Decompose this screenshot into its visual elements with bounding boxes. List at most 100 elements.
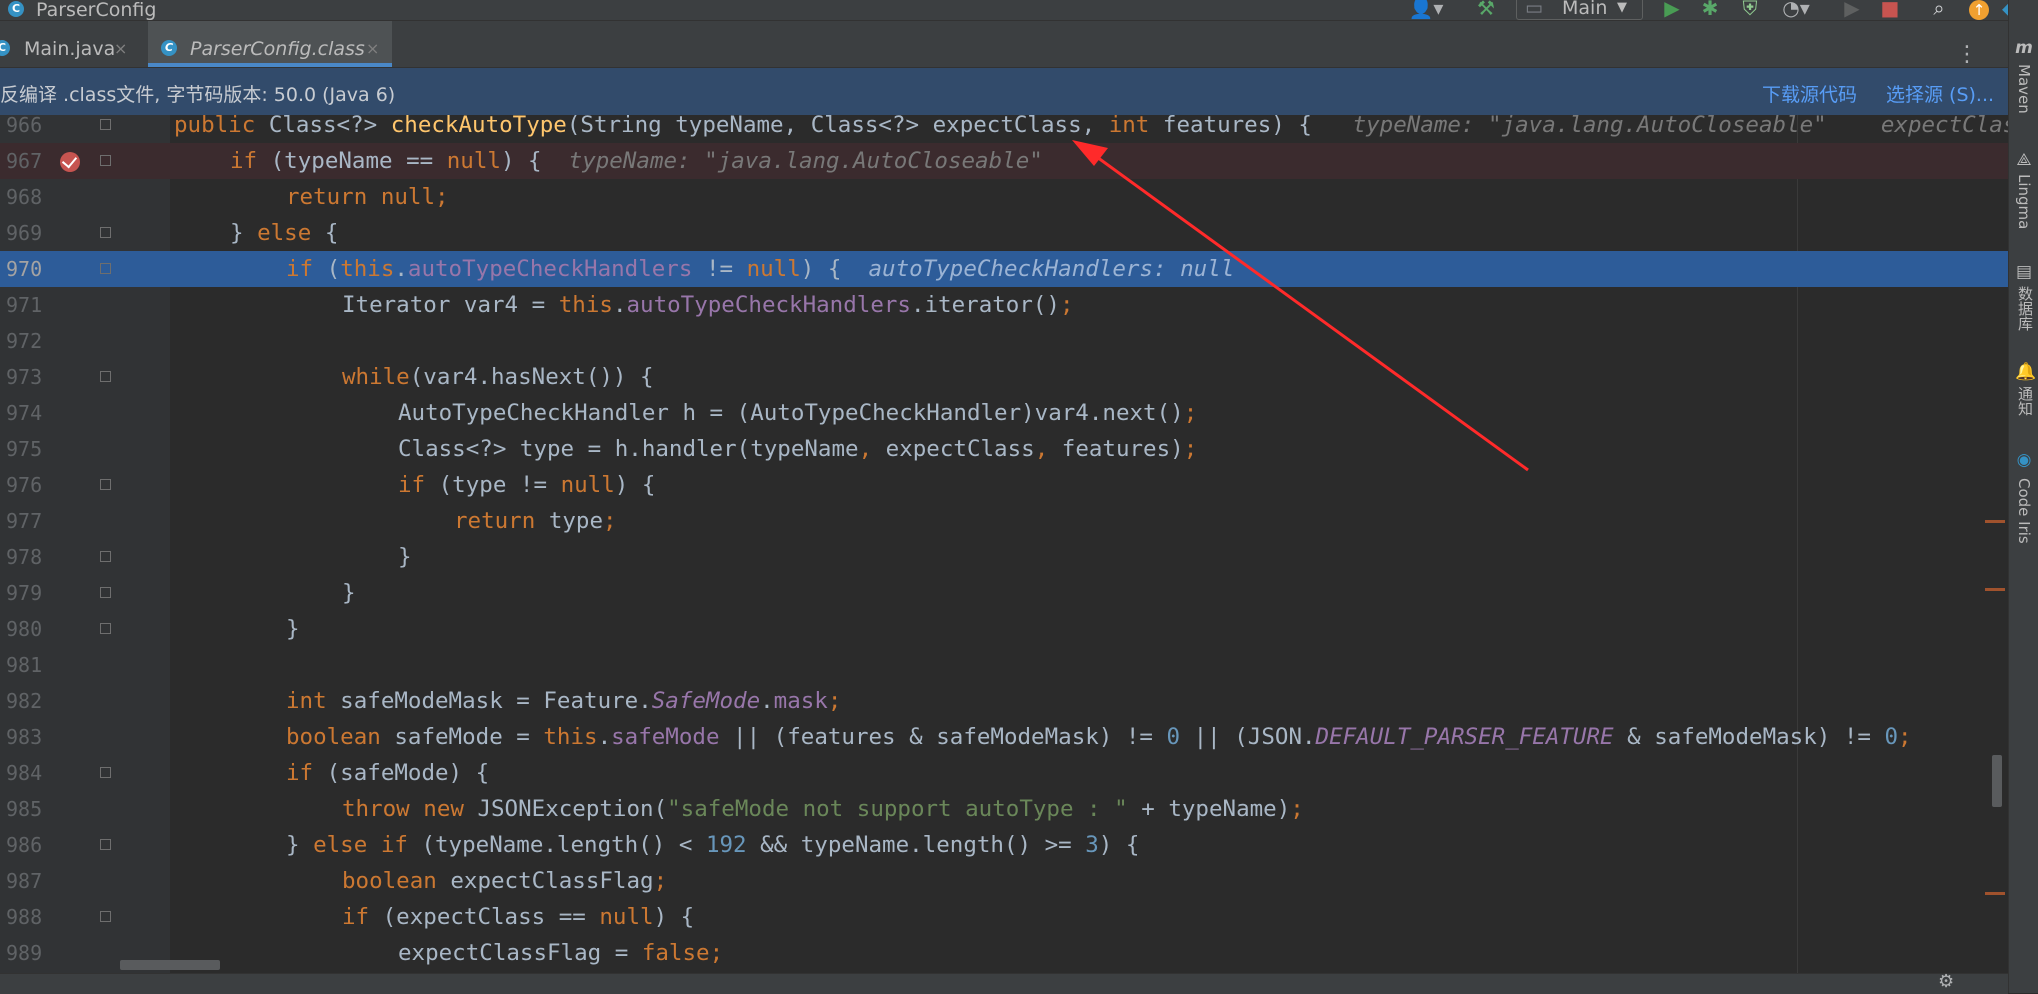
code-line[interactable]: 973 while(var4.hasNext()) { bbox=[0, 359, 2008, 395]
settings-gear-icon[interactable]: ⚙ bbox=[1938, 971, 1954, 992]
code-line[interactable]: 986 } else if (typeName.length() < 192 &… bbox=[0, 827, 2008, 863]
code-line[interactable]: 972 bbox=[0, 323, 2008, 359]
fold-marker-icon[interactable] bbox=[100, 119, 111, 130]
code-text: if (type != null) { bbox=[398, 472, 656, 498]
run-config-name: Main bbox=[1562, 0, 1608, 19]
code-line[interactable]: 966 public Class<?> checkAutoType(String… bbox=[0, 107, 2038, 143]
line-number: 988 bbox=[6, 905, 43, 929]
bell-icon: 🔔 bbox=[2015, 362, 2037, 382]
breakpoint-line[interactable]: 967 if (typeName == null) { typeName: "j… bbox=[0, 143, 2008, 179]
choose-sources-link[interactable]: 选择源 (S)... bbox=[1886, 80, 1994, 107]
vertical-scrollbar[interactable] bbox=[1992, 755, 2002, 807]
rerun-icon[interactable]: ▶ bbox=[1840, 0, 1864, 20]
status-bar: ⚙ bbox=[0, 971, 2008, 994]
sidebar-item-database[interactable]: ▤ 数据库 bbox=[2009, 262, 2038, 342]
line-number: 976 bbox=[6, 473, 43, 497]
line-number: 977 bbox=[6, 509, 43, 533]
line-number: 975 bbox=[6, 437, 43, 461]
fold-marker-icon[interactable] bbox=[100, 623, 111, 634]
line-number: 979 bbox=[6, 581, 43, 605]
class-icon: C bbox=[8, 1, 24, 17]
code-line[interactable]: 984 if (safeMode) { bbox=[0, 755, 2008, 791]
code-line[interactable]: 980 } bbox=[0, 611, 2008, 647]
build-hammer-icon[interactable]: ⚒ bbox=[1474, 0, 1498, 20]
line-number: 968 bbox=[6, 185, 43, 209]
code-text: Class<?> type = h.handler(typeName, expe… bbox=[398, 436, 1198, 462]
fold-marker-icon[interactable] bbox=[100, 227, 111, 238]
line-number: 980 bbox=[6, 617, 43, 641]
code-line[interactable]: 987 boolean expectClassFlag; bbox=[0, 863, 2008, 899]
sidebar-item-label: Code Iris bbox=[2015, 478, 2033, 544]
code-line[interactable]: 975 Class<?> type = h.handler(typeName, … bbox=[0, 431, 2008, 467]
tab-parserconfig-class[interactable]: C ParserConfig.class × bbox=[148, 21, 392, 67]
code-line[interactable]: 981 bbox=[0, 647, 2008, 683]
line-number: 972 bbox=[6, 329, 43, 353]
chevron-down-icon: ▼ bbox=[1617, 0, 1627, 15]
code-iris-icon: ◉ bbox=[2016, 450, 2032, 470]
update-icon[interactable]: ↑ bbox=[1966, 0, 1992, 20]
class-icon: C bbox=[0, 40, 10, 56]
coverage-icon[interactable]: ⛨ bbox=[1738, 0, 1762, 20]
user-icon[interactable]: 👤▾ bbox=[1408, 0, 1444, 20]
tab-main-java[interactable]: C Main.java × bbox=[0, 21, 143, 67]
line-number: 982 bbox=[6, 689, 43, 713]
code-text: while(var4.hasNext()) { bbox=[342, 364, 654, 390]
fold-marker-icon[interactable] bbox=[100, 911, 111, 922]
run-icon[interactable]: ▶ bbox=[1660, 0, 1684, 20]
code-text: int safeModeMask = Feature.SafeMode.mask… bbox=[286, 688, 842, 714]
more-options-icon[interactable]: ⋮ bbox=[1956, 43, 1978, 67]
code-line[interactable]: 989 expectClassFlag = false; bbox=[0, 935, 2008, 971]
stripe-mark[interactable] bbox=[1985, 588, 2005, 591]
code-line[interactable]: 969 } else { bbox=[0, 215, 2008, 251]
code-text: if (expectClass == null) { bbox=[342, 904, 695, 930]
banner-message: 反编译 .class文件, 字节码版本: 50.0 (Java 6) bbox=[0, 84, 396, 106]
profile-icon[interactable]: ◔▾ bbox=[1776, 0, 1816, 20]
stop-icon[interactable]: ■ bbox=[1878, 0, 1902, 20]
sidebar-item-code-iris[interactable]: ◉ Code Iris bbox=[2009, 450, 2038, 560]
code-line[interactable]: 974 AutoTypeCheckHandler h = (AutoTypeCh… bbox=[0, 395, 2008, 431]
fold-marker-icon[interactable] bbox=[100, 839, 111, 850]
breakpoint-icon[interactable] bbox=[60, 152, 80, 172]
code-text: boolean expectClassFlag; bbox=[342, 868, 668, 894]
lingma-icon: ⟁ bbox=[2016, 150, 2032, 170]
line-number: 987 bbox=[6, 869, 43, 893]
sidebar-item-notifications[interactable]: 🔔 通知 bbox=[2009, 362, 2038, 432]
line-number: 989 bbox=[6, 941, 43, 965]
code-line[interactable]: 978 } bbox=[0, 539, 2008, 575]
title-bar: C ParserConfig 👤▾ ⚒ ▭ Main ▼ ▶ ✱ ⛨ ◔▾ ▶ … bbox=[0, 0, 2038, 21]
fold-marker-icon[interactable] bbox=[100, 155, 111, 166]
stripe-mark[interactable] bbox=[1985, 892, 2005, 895]
maven-icon: m bbox=[2015, 38, 2033, 58]
fold-marker-icon[interactable] bbox=[100, 371, 111, 382]
code-text: boolean safeMode = this.safeMode || (fea… bbox=[286, 724, 1912, 750]
fold-marker-icon[interactable] bbox=[100, 587, 111, 598]
fold-marker-icon[interactable] bbox=[100, 479, 111, 490]
fold-marker-icon[interactable] bbox=[100, 551, 111, 562]
stripe-mark[interactable] bbox=[1985, 520, 2005, 523]
right-tool-sidebar: m Maven ⟁ Lingma ▤ 数据库 🔔 通知 ◉ Code Iris bbox=[2008, 0, 2038, 993]
code-line[interactable]: 983 boolean safeMode = this.safeMode || … bbox=[0, 719, 2008, 755]
sidebar-item-maven[interactable]: m Maven bbox=[2009, 38, 2038, 128]
inline-debug-value: typeName: "java.lang.AutoCloseable" expe… bbox=[1352, 112, 2038, 138]
code-line[interactable]: 968 return null; bbox=[0, 179, 2008, 215]
code-text: } bbox=[342, 580, 356, 606]
horizontal-scrollbar[interactable] bbox=[120, 960, 220, 970]
fold-marker-icon[interactable] bbox=[100, 767, 111, 778]
fold-marker-icon[interactable] bbox=[100, 263, 111, 274]
code-line[interactable]: 976 if (type != null) { bbox=[0, 467, 2008, 503]
code-line[interactable]: 971 Iterator var4 = this.autoTypeCheckHa… bbox=[0, 287, 2008, 323]
download-sources-link[interactable]: 下载源代码 bbox=[1762, 80, 1857, 107]
code-line[interactable]: 979 } bbox=[0, 575, 2008, 611]
execution-point-line[interactable]: 970 if (this.autoTypeCheckHandlers != nu… bbox=[0, 251, 2008, 287]
line-number: 970 bbox=[6, 257, 43, 281]
code-line[interactable]: 977 return type; bbox=[0, 503, 2008, 539]
app-icon: ▭ bbox=[1525, 0, 1543, 19]
search-icon[interactable]: ⌕ bbox=[1926, 0, 1952, 20]
debug-icon[interactable]: ✱ bbox=[1698, 0, 1722, 20]
code-line[interactable]: 985 throw new JSONException("safeMode no… bbox=[0, 791, 2008, 827]
code-line[interactable]: 988 if (expectClass == null) { bbox=[0, 899, 2008, 935]
sidebar-item-lingma[interactable]: ⟁ Lingma bbox=[2009, 150, 2038, 240]
code-text: return null; bbox=[286, 184, 449, 210]
run-config-selector[interactable]: ▭ Main ▼ bbox=[1516, 0, 1643, 20]
code-line[interactable]: 982 int safeModeMask = Feature.SafeMode.… bbox=[0, 683, 2008, 719]
